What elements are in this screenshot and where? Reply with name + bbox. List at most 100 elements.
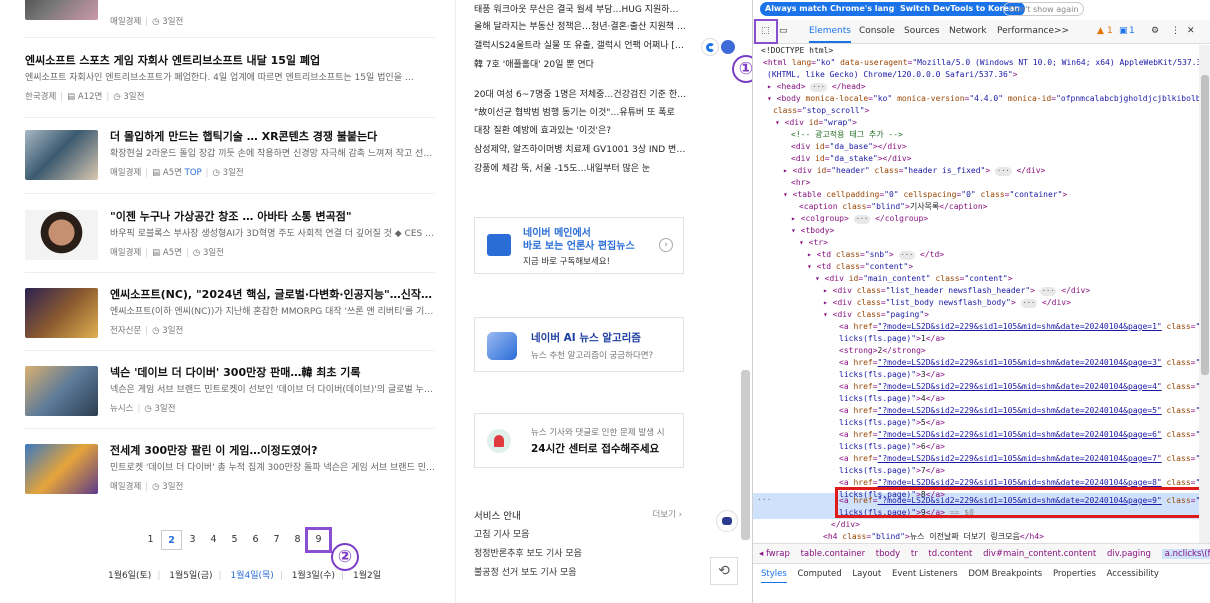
breadcrumb-item[interactable]: tbody — [876, 549, 900, 559]
dom-node[interactable]: ▸ <colgroup> ··· </colgroup> — [791, 213, 928, 225]
dom-node[interactable]: <!DOCTYPE html> — [761, 45, 833, 57]
more-tabs-button[interactable]: >> — [1054, 20, 1069, 43]
date-link-selected[interactable]: 1월4일(목) — [231, 571, 274, 581]
page-link-7[interactable]: 7 — [266, 530, 287, 550]
page-link-4[interactable]: 4 — [203, 530, 224, 550]
dom-node[interactable]: <div id="da_stake"></div> — [791, 153, 911, 165]
article-thumbnail[interactable] — [25, 130, 98, 180]
headline-link[interactable]: 삼성제약, 알즈하이머병 치료제 GV1001 3상 IND 변경 … — [474, 144, 689, 156]
headline-link[interactable]: 갤럭시S24울트라 실물 또 유출, 갤럭시 언팩 어쩌나 [1… — [474, 40, 689, 52]
breadcrumb-item[interactable]: td.content — [928, 549, 972, 559]
page-link-3[interactable]: 3 — [182, 530, 203, 550]
dom-node[interactable]: <a href="?mode=LS2D&sid2=229&sid1=105&mi… — [839, 357, 1199, 369]
tab-computed[interactable]: Computed — [797, 569, 841, 579]
article-title[interactable]: "이젠 누구나 가상공간 창조 … 아바타 소통 변곡점" — [110, 210, 435, 224]
ai-algorithm-banner[interactable]: 네이버 AI 뉴스 알고리즘 뉴스 추천 알고리즘이 궁금하다면? — [474, 317, 684, 372]
breadcrumb-item[interactable]: table.container — [801, 549, 866, 559]
headline-link[interactable]: 태풍 워크아웃 무산은 결국 월세 부담…HUG 지원하… — [474, 4, 689, 16]
date-link[interactable]: 1월5일(금) — [169, 571, 212, 581]
dom-node[interactable]: ▾ <div id="main_content" class="content"… — [815, 273, 1013, 285]
services-more-link[interactable]: 더보기 › — [652, 508, 682, 520]
article-title[interactable]: 엔씨소프트 스포츠 게임 자회사 엔트리브소프트 내달 15일 폐업 — [25, 54, 435, 68]
dom-node[interactable]: <hr> — [791, 177, 810, 189]
dom-node[interactable]: ▾ <div id="wrap"> — [775, 117, 857, 129]
page-link-8[interactable]: 8 — [287, 530, 308, 550]
date-link[interactable]: 1월2일 — [353, 571, 381, 581]
article-title[interactable]: 넥슨 '데이브 더 다이버' 300만장 판매…韓 최초 기록 — [110, 366, 435, 380]
dom-node[interactable]: ▸ <div class="list_header newsflash_head… — [823, 285, 1090, 297]
headline-link[interactable]: "故이선균 협박범 범행 동기는 이것"…유튜버 또 폭로 — [474, 107, 689, 119]
service-link[interactable]: 정정반론추후 보도 기사 모음 — [474, 546, 582, 559]
service-link[interactable]: 고침 기사 모음 — [474, 527, 529, 540]
dom-node[interactable]: <a href="?mode=LS2D&sid2=229&sid1=105&mi… — [839, 429, 1199, 441]
tab-event-listeners[interactable]: Event Listeners — [892, 569, 958, 579]
page-link-9[interactable]: 9 — [305, 527, 332, 553]
tab-sources[interactable]: Sources — [904, 20, 940, 43]
tab-styles[interactable]: Styles — [761, 569, 787, 584]
dom-scrollbar-thumb[interactable] — [1201, 75, 1209, 375]
dom-scrollbar[interactable] — [1199, 45, 1210, 543]
headline-link[interactable]: 韓 7호 '애플홀대' 20일 뿐 연다 — [474, 59, 689, 71]
node-menu-dots[interactable]: ··· — [757, 494, 771, 506]
dom-node[interactable]: <caption class="blind">기사목록</caption> — [799, 201, 987, 213]
dom-node[interactable]: <a href="?mode=LS2D&sid2=229&sid1=105&mi… — [839, 321, 1199, 333]
dom-tree[interactable]: <!DOCTYPE html> <html lang="ko" data-use… — [753, 45, 1199, 543]
dom-node[interactable]: <div id="da_base"></div> — [791, 141, 907, 153]
article-thumbnail[interactable] — [25, 210, 98, 260]
dom-node[interactable]: <html lang="ko" data-useragent="Mozilla/… — [763, 57, 1199, 69]
date-link[interactable]: 1월3일(수) — [292, 571, 335, 581]
article-thumbnail[interactable] — [25, 444, 98, 494]
dom-node[interactable]: </div> — [831, 519, 860, 531]
dom-node[interactable]: ▾ <body monica-locale="ko" monica-versio… — [767, 93, 1199, 105]
kebab-menu-icon[interactable]: ⋮ — [1171, 20, 1180, 43]
article-title[interactable]: 더 몰입하게 만드는 햅틱기술 … XR콘텐츠 경쟁 불붙는다 — [110, 130, 435, 144]
tab-performance[interactable]: Performance — [997, 20, 1054, 43]
undo-icon[interactable]: ⟲ — [710, 557, 738, 585]
close-icon[interactable]: ✕ — [1187, 20, 1195, 43]
tab-network[interactable]: Network — [949, 20, 987, 43]
dom-node[interactable]: ▾ <div class="paging"> — [823, 309, 929, 321]
breadcrumb-item[interactable]: ◂ fwrap — [759, 549, 790, 559]
headline-link[interactable]: 강풍에 체감 뚝, 서울 -15도…내일부터 많은 눈 — [474, 163, 689, 175]
dom-node[interactable]: ▸ <head> ··· </head> — [767, 81, 866, 93]
report-center-banner[interactable]: 뉴스 기사와 댓글로 인한 문제 발생 시 24시간 센터로 접수해주세요 — [474, 413, 684, 468]
dom-node[interactable]: ▾ <tbody> — [791, 225, 834, 237]
page-link-6[interactable]: 6 — [245, 530, 266, 550]
article-thumbnail[interactable] — [25, 288, 98, 338]
device-toggle-icon[interactable]: ▭ — [779, 20, 788, 43]
warning-icon[interactable]: ▲ — [1097, 20, 1104, 43]
article-thumbnail[interactable] — [25, 366, 98, 416]
page-scrollbar[interactable] — [741, 370, 750, 540]
tab-accessibility[interactable]: Accessibility — [1107, 569, 1159, 579]
dom-node[interactable]: ▾ <tr> — [799, 237, 828, 249]
service-link[interactable]: 불공정 선거 보도 기사 모음 — [474, 565, 577, 578]
dom-node[interactable]: <a href="?mode=LS2D&sid2=229&sid1=105&mi… — [839, 453, 1199, 465]
assistant-face-icon[interactable] — [716, 510, 738, 532]
dom-node[interactable]: <!-- 광고적용 태그 추가 --> — [791, 129, 903, 141]
extension-icon[interactable] — [701, 38, 719, 56]
dom-node[interactable]: <h4 class="blind">뉴스 이전날짜 더보기 링크모음</h4> — [823, 531, 1044, 543]
tab-properties[interactable]: Properties — [1053, 569, 1096, 579]
dont-show-again-button[interactable]: Don't show again — [1003, 2, 1085, 16]
dom-node[interactable]: ▸ <div class="list_body newsflash_body">… — [823, 297, 1071, 309]
gear-icon[interactable]: ⚙ — [1151, 20, 1159, 43]
press-edit-banner[interactable]: 네이버 메인에서 바로 보는 언론사 편집뉴스 지금 바로 구독해보세요! › — [474, 217, 684, 274]
headline-link[interactable]: 20대 여성 6~7명중 1명은 저체중…건강검진 기준 한국… — [474, 89, 689, 101]
chat-icon[interactable] — [721, 40, 735, 54]
breadcrumb-item[interactable]: div#main_content.content — [983, 549, 1096, 559]
dom-node[interactable]: ▾ <td class="content"> — [807, 261, 913, 273]
breadcrumb-item[interactable]: div.paging — [1107, 549, 1151, 559]
date-link[interactable]: 1월6일(토) — [108, 571, 151, 581]
article-title[interactable]: 전세계 300만장 팔린 이 게임…이정도였어? — [110, 444, 435, 458]
tab-layout[interactable]: Layout — [852, 569, 881, 579]
breadcrumb-item[interactable]: tr — [911, 549, 918, 559]
dom-node[interactable]: <strong>2</strong> — [839, 345, 926, 357]
tab-elements[interactable]: Elements — [809, 20, 851, 43]
tab-console[interactable]: Console — [859, 20, 895, 43]
tab-dom-breakpoints[interactable]: DOM Breakpoints — [968, 569, 1042, 579]
page-link-1[interactable]: 1 — [140, 530, 161, 550]
dom-node[interactable]: ▸ <div id="header" class="header is_fixe… — [783, 165, 1045, 177]
breadcrumb-item-current[interactable]: a.nclicks\(fls\.page\) — [1161, 549, 1210, 559]
dom-node[interactable]: ▸ <td class="snb"> ··· </td> — [807, 249, 944, 261]
headline-link[interactable]: 대장 질환 예방에 효과있는 '이것'은? — [474, 125, 689, 137]
